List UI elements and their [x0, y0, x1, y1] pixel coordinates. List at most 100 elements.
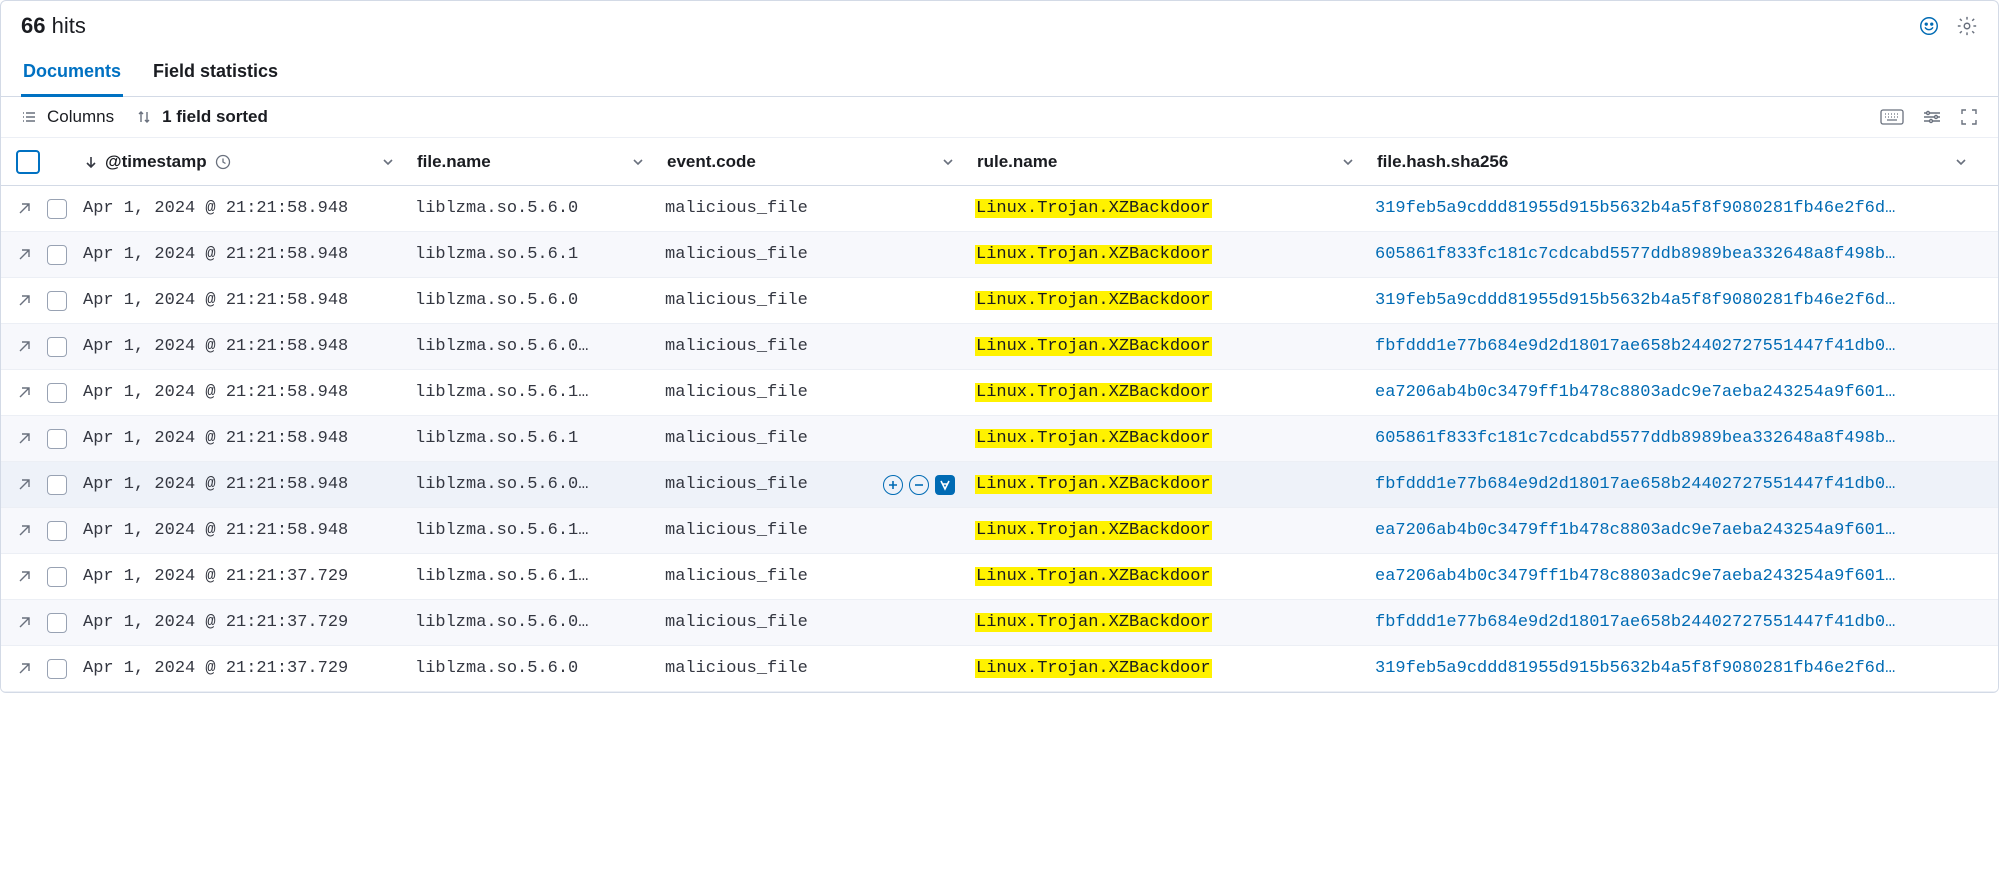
select-all-checkbox[interactable] [16, 150, 40, 174]
column-header-filename[interactable]: file.name [417, 152, 667, 172]
row-checkbox[interactable] [47, 383, 67, 403]
cell-filename: liblzma.so.5.6.0… [415, 475, 665, 494]
row-checkbox[interactable] [47, 337, 67, 357]
expand-row-icon[interactable] [9, 616, 39, 630]
feedback-icon[interactable] [1918, 15, 1940, 37]
chevron-down-icon[interactable] [631, 155, 645, 169]
column-header-eventcode[interactable]: event.code [667, 152, 977, 172]
cell-hash[interactable]: ea7206ab4b0c3479ff1b478c8803adc9e7aeba24… [1375, 567, 1990, 586]
expand-row-icon[interactable] [9, 524, 39, 538]
chevron-down-icon[interactable] [1954, 155, 1968, 169]
table-row[interactable]: Apr 1, 2024 @ 21:21:37.729 liblzma.so.5.… [1, 646, 1998, 692]
row-checkbox[interactable] [47, 291, 67, 311]
cell-timestamp: Apr 1, 2024 @ 21:21:37.729 [75, 613, 415, 632]
column-eventcode-label: event.code [667, 152, 756, 172]
row-checkbox[interactable] [47, 567, 67, 587]
highlighted-text: Linux.Trojan.XZBackdoor [975, 659, 1212, 678]
table-row[interactable]: Apr 1, 2024 @ 21:21:58.948 liblzma.so.5.… [1, 278, 1998, 324]
expand-row-icon[interactable] [9, 432, 39, 446]
cell-filename: liblzma.so.5.6.1… [415, 521, 665, 540]
expand-row-icon[interactable] [9, 248, 39, 262]
cell-eventcode: malicious_file [665, 199, 975, 218]
row-checkbox[interactable] [47, 521, 67, 541]
table-row[interactable]: Apr 1, 2024 @ 21:21:58.948 liblzma.so.5.… [1, 508, 1998, 554]
table-row[interactable]: Apr 1, 2024 @ 21:21:58.948 liblzma.so.5.… [1, 462, 1998, 508]
expand-row-icon[interactable] [9, 478, 39, 492]
expand-row-icon[interactable] [9, 662, 39, 676]
cell-rulename: Linux.Trojan.XZBackdoor [975, 245, 1375, 264]
highlighted-text: Linux.Trojan.XZBackdoor [975, 475, 1212, 494]
cell-filename: liblzma.so.5.6.0 [415, 291, 665, 310]
table-row[interactable]: Apr 1, 2024 @ 21:21:58.948 liblzma.so.5.… [1, 370, 1998, 416]
cell-eventcode-value: malicious_file [665, 567, 808, 586]
hit-count: 66 hits [21, 13, 86, 39]
fullscreen-icon[interactable] [1960, 108, 1978, 126]
cell-rulename: Linux.Trojan.XZBackdoor [975, 337, 1375, 356]
columns-button[interactable]: Columns [21, 107, 114, 127]
cell-hash[interactable]: 605861f833fc181c7cdcabd5577ddb8989bea332… [1375, 429, 1990, 448]
cell-hash[interactable]: 319feb5a9cddd81955d915b5632b4a5f8f908028… [1375, 291, 1990, 310]
table-row[interactable]: Apr 1, 2024 @ 21:21:58.948 liblzma.so.5.… [1, 324, 1998, 370]
column-filename-label: file.name [417, 152, 491, 172]
cell-eventcode: malicious_file [665, 659, 975, 678]
cell-hash[interactable]: 319feb5a9cddd81955d915b5632b4a5f8f908028… [1375, 659, 1990, 678]
table-row[interactable]: Apr 1, 2024 @ 21:21:58.948 liblzma.so.5.… [1, 186, 1998, 232]
cell-filename: liblzma.so.5.6.1… [415, 567, 665, 586]
column-header-hash[interactable]: file.hash.sha256 [1377, 152, 1990, 172]
expand-row-icon[interactable] [9, 202, 39, 216]
tab-field-statistics[interactable]: Field statistics [151, 51, 280, 97]
cell-timestamp: Apr 1, 2024 @ 21:21:58.948 [75, 291, 415, 310]
highlighted-text: Linux.Trojan.XZBackdoor [975, 567, 1212, 586]
cell-hash[interactable]: fbfddd1e77b684e9d2d18017ae658b2440272755… [1375, 613, 1990, 632]
expand-row-icon[interactable] [9, 294, 39, 308]
highlighted-text: Linux.Trojan.XZBackdoor [975, 429, 1212, 448]
row-checkbox[interactable] [47, 199, 67, 219]
highlighted-text: Linux.Trojan.XZBackdoor [975, 245, 1212, 264]
table-row[interactable]: Apr 1, 2024 @ 21:21:37.729 liblzma.so.5.… [1, 600, 1998, 646]
cell-hash[interactable]: fbfddd1e77b684e9d2d18017ae658b2440272755… [1375, 475, 1990, 494]
filter-out-icon[interactable] [909, 475, 929, 495]
cell-eventcode-value: malicious_file [665, 613, 808, 632]
cell-eventcode-value: malicious_file [665, 245, 808, 264]
cell-hash[interactable]: 605861f833fc181c7cdcabd5577ddb8989bea332… [1375, 245, 1990, 264]
cell-eventcode: malicious_file [665, 429, 975, 448]
table-row[interactable]: Apr 1, 2024 @ 21:21:58.948 liblzma.so.5.… [1, 232, 1998, 278]
hit-count-label: hits [52, 13, 86, 38]
cell-filename: liblzma.so.5.6.0 [415, 199, 665, 218]
expand-row-icon[interactable] [9, 386, 39, 400]
row-checkbox[interactable] [47, 659, 67, 679]
hit-count-number: 66 [21, 13, 45, 38]
keyboard-icon[interactable] [1880, 109, 1904, 125]
expand-row-icon[interactable] [9, 570, 39, 584]
table-header: @timestamp file.name event.code rule.nam… [1, 138, 1998, 186]
cell-hash[interactable]: ea7206ab4b0c3479ff1b478c8803adc9e7aeba24… [1375, 383, 1990, 402]
cell-rulename: Linux.Trojan.XZBackdoor [975, 613, 1375, 632]
row-checkbox[interactable] [47, 475, 67, 495]
tab-documents[interactable]: Documents [21, 51, 123, 97]
gear-icon[interactable] [1956, 15, 1978, 37]
row-checkbox[interactable] [47, 429, 67, 449]
cell-filename: liblzma.so.5.6.1 [415, 245, 665, 264]
highlighted-text: Linux.Trojan.XZBackdoor [975, 199, 1212, 218]
table-row[interactable]: Apr 1, 2024 @ 21:21:58.948 liblzma.so.5.… [1, 416, 1998, 462]
cell-hash[interactable]: ea7206ab4b0c3479ff1b478c8803adc9e7aeba24… [1375, 521, 1990, 540]
list-icon [21, 109, 37, 125]
sliders-icon[interactable] [1922, 109, 1942, 125]
expand-row-icon[interactable] [9, 340, 39, 354]
row-checkbox[interactable] [47, 613, 67, 633]
cell-filename: liblzma.so.5.6.0… [415, 613, 665, 632]
highlighted-text: Linux.Trojan.XZBackdoor [975, 291, 1212, 310]
cell-hash[interactable]: fbfddd1e77b684e9d2d18017ae658b2440272755… [1375, 337, 1990, 356]
column-header-rulename[interactable]: rule.name [977, 152, 1377, 172]
row-checkbox[interactable] [47, 245, 67, 265]
chevron-down-icon[interactable] [381, 155, 395, 169]
toggle-column-icon[interactable] [935, 475, 955, 495]
cell-eventcode-value: malicious_file [665, 337, 808, 356]
column-header-timestamp[interactable]: @timestamp [77, 152, 417, 172]
table-row[interactable]: Apr 1, 2024 @ 21:21:37.729 liblzma.so.5.… [1, 554, 1998, 600]
sort-button[interactable]: 1 field sorted [136, 107, 268, 127]
filter-for-icon[interactable] [883, 475, 903, 495]
cell-hash[interactable]: 319feb5a9cddd81955d915b5632b4a5f8f908028… [1375, 199, 1990, 218]
chevron-down-icon[interactable] [941, 155, 955, 169]
chevron-down-icon[interactable] [1341, 155, 1355, 169]
